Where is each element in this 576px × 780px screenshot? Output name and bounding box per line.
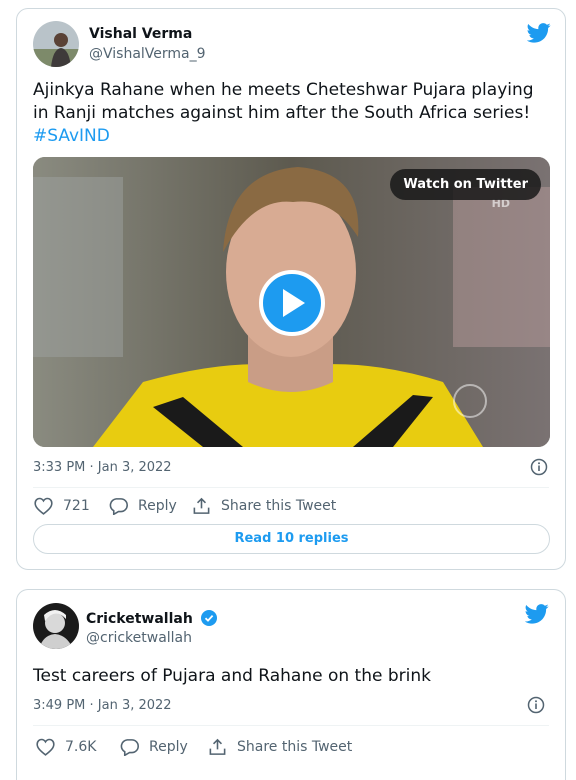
tweet-body: Ajinkya Rahane when he meets Cheteshwar … <box>33 80 534 123</box>
info-icon[interactable] <box>530 458 548 476</box>
like-action[interactable]: 7.6K <box>36 738 96 756</box>
twitter-bird-icon[interactable] <box>525 604 549 624</box>
share-icon <box>209 738 226 755</box>
author-handle[interactable]: @cricketwallah <box>86 630 192 646</box>
info-icon[interactable] <box>527 696 545 714</box>
tweet-text: Ajinkya Rahane when he meets Cheteshwar … <box>33 79 553 148</box>
reply-label: Reply <box>149 739 188 755</box>
tweet-card[interactable]: Vishal Verma @VishalVerma_9 Ajinkya Raha… <box>16 8 566 570</box>
share-action[interactable]: Share this Tweet <box>208 738 352 756</box>
video-player[interactable]: HD Watch on Twitter <box>33 157 550 447</box>
share-icon <box>193 497 210 514</box>
share-label: Share this Tweet <box>221 498 337 514</box>
reply-action[interactable]: Reply <box>109 497 177 515</box>
divider <box>33 725 549 726</box>
reply-icon <box>120 739 139 756</box>
author-avatar[interactable] <box>33 21 79 67</box>
play-icon <box>283 289 305 317</box>
broadcaster-logo <box>453 384 487 418</box>
reply-action[interactable]: Reply <box>120 738 188 756</box>
share-label: Share this Tweet <box>237 739 353 755</box>
play-button[interactable] <box>259 270 325 336</box>
author-name[interactable]: Vishal Verma <box>89 26 192 42</box>
hashtag-link[interactable]: #SAvIND <box>33 126 110 146</box>
author-name-row[interactable]: Cricketwallah <box>86 610 217 627</box>
like-count: 721 <box>63 498 90 514</box>
tweet-text: Test careers of Pujara and Rahane on the… <box>33 666 431 686</box>
twitter-bird-icon[interactable] <box>527 23 551 43</box>
like-count: 7.6K <box>65 739 97 755</box>
author-name[interactable]: Cricketwallah <box>86 611 193 627</box>
reply-label: Reply <box>138 498 177 514</box>
tweet-card[interactable]: Cricketwallah @cricketwallah Test career… <box>16 589 566 780</box>
share-action[interactable]: Share this Tweet <box>192 497 336 515</box>
author-handle[interactable]: @VishalVerma_9 <box>89 46 206 62</box>
like-action[interactable]: 721 <box>34 497 90 515</box>
reply-icon <box>109 498 128 515</box>
divider <box>33 487 549 488</box>
watch-on-twitter-button[interactable]: Watch on Twitter <box>390 169 541 200</box>
verified-badge-icon <box>200 610 217 626</box>
author-avatar[interactable] <box>33 603 79 649</box>
heart-icon <box>34 497 53 515</box>
heart-icon <box>36 738 55 756</box>
tweet-timestamp[interactable]: 3:33 PM · Jan 3, 2022 <box>33 460 172 475</box>
read-replies-button[interactable]: Read 10 replies <box>33 524 550 554</box>
tweet-timestamp[interactable]: 3:49 PM · Jan 3, 2022 <box>33 698 172 713</box>
